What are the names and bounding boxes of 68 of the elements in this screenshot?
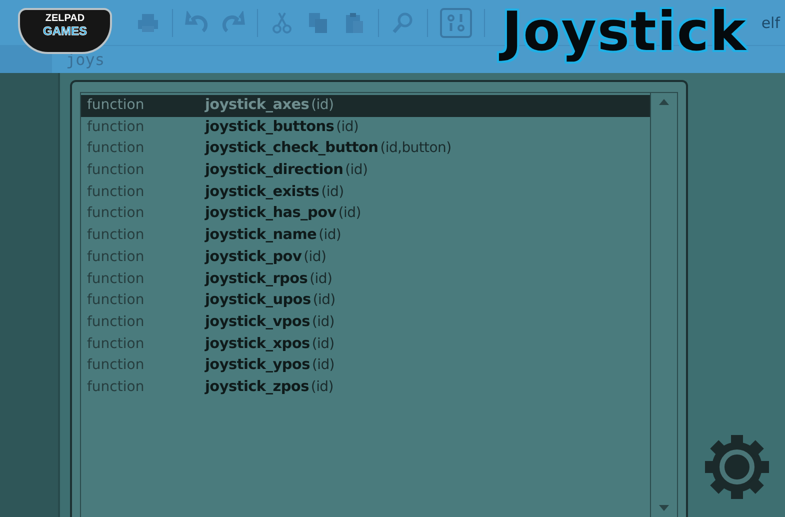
function-args: (id) (310, 270, 332, 288)
item-kind: function (87, 96, 146, 115)
list-item[interactable]: function joystick_direction(id) (81, 160, 650, 182)
function-name: joystick_check_button (205, 139, 378, 158)
function-name: joystick_pov (205, 248, 302, 267)
function-name: joystick_rpos (205, 270, 308, 288)
list-item[interactable]: function joystick_axes(id) (81, 95, 650, 117)
function-name: joystick_upos (205, 291, 311, 310)
item-kind: function (87, 291, 146, 310)
list-item[interactable]: function joystick_vpos(id) (81, 312, 650, 334)
function-args: (id) (318, 226, 342, 246)
function-args: (id,button) (380, 139, 452, 158)
item-kind: function (87, 378, 146, 397)
function-args: (id) (321, 182, 344, 202)
list-item[interactable]: function joystick_pov(id) (81, 246, 650, 268)
list-item[interactable]: function joystick_zpos(id) (81, 376, 650, 399)
list-item[interactable]: function joystick_ypos(id) (81, 355, 650, 377)
list-item[interactable]: function joystick_has_pov(id) (81, 203, 650, 226)
undo-icon[interactable] (185, 10, 209, 34)
function-name: joystick_ypos (205, 356, 310, 376)
item-kind: function (87, 270, 146, 288)
list-item[interactable]: function joystick_upos(id) (81, 290, 650, 312)
function-name: joystick_buttons (205, 118, 334, 137)
scroll-down-icon[interactable] (659, 505, 669, 511)
redo-icon[interactable] (221, 10, 245, 34)
list-item[interactable]: function joystick_xpos(id) (81, 334, 650, 356)
list-item[interactable]: function joystick_check_button(id,button) (81, 138, 650, 160)
logo-text: GAMES (42, 24, 87, 38)
item-kind: function (87, 139, 146, 158)
search-icon[interactable] (391, 10, 415, 34)
list-item[interactable]: function joystick_name(id) (81, 225, 650, 247)
scissors-icon[interactable] (270, 10, 294, 34)
function-args: (id) (345, 161, 368, 180)
copy-icon[interactable] (306, 10, 330, 34)
function-args: (id) (336, 118, 359, 137)
toolbar-label[interactable]: elf (761, 14, 780, 32)
item-kind: function (87, 248, 146, 267)
item-kind: function (87, 182, 146, 202)
function-name: joystick_direction (205, 161, 344, 180)
function-args: (id) (304, 248, 326, 267)
function-name: joystick_has_pov (205, 204, 336, 224)
item-kind: function (87, 161, 146, 180)
item-kind: function (87, 118, 146, 137)
function-args: (id) (312, 334, 334, 354)
list-item[interactable]: function joystick_buttons(id) (81, 116, 650, 138)
item-kind: function (87, 226, 146, 246)
function-args: (id) (310, 378, 334, 397)
item-kind: function (87, 334, 146, 354)
function-name: joystick_zpos (205, 378, 309, 397)
function-name: joystick_name (205, 226, 317, 246)
function-args: (id) (311, 96, 334, 115)
function-name: joystick_exists (205, 182, 320, 202)
item-kind: function (87, 312, 146, 332)
function-args: (id) (312, 312, 334, 332)
scrollbar[interactable] (651, 92, 678, 517)
settings-icon[interactable] (440, 8, 472, 38)
item-kind: function (87, 204, 146, 224)
function-name: joystick_axes (205, 96, 310, 115)
function-args: (id) (312, 356, 334, 376)
function-args: (id) (312, 291, 336, 310)
function-name: joystick_xpos (205, 334, 310, 354)
item-kind: function (87, 356, 146, 376)
logo-text: ZELPAD (45, 13, 85, 24)
function-name: joystick_vpos (205, 312, 310, 332)
function-args: (id) (338, 204, 361, 224)
scroll-up-icon[interactable] (659, 99, 669, 105)
list-item[interactable]: function joystick_rpos(id) (81, 268, 650, 290)
list-item[interactable]: function joystick_exists(id) (81, 182, 650, 204)
